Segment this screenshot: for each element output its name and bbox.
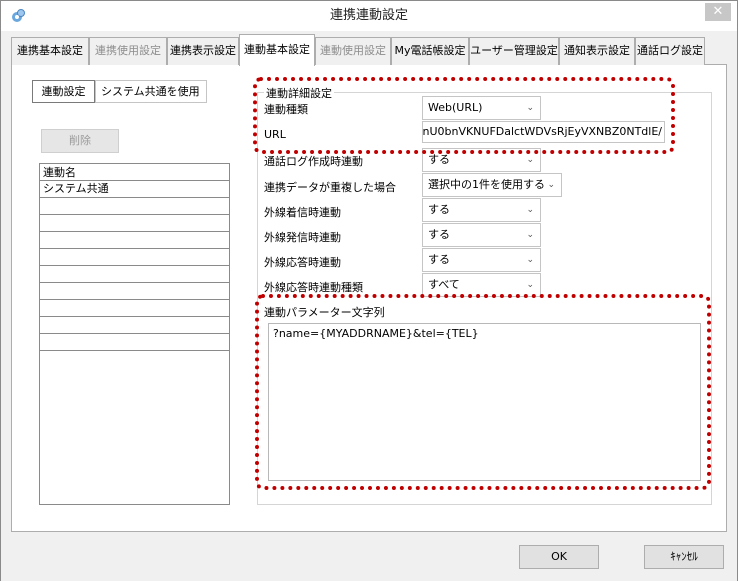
chevron-down-icon: ⌄ [526, 103, 534, 113]
tab-link-usage[interactable]: 連携使用設定 [89, 37, 167, 65]
call-log-interlock-value: する [428, 153, 450, 166]
list-item-empty[interactable] [40, 198, 229, 215]
list-header: 連動名 [40, 164, 229, 181]
incoming-interlock-select[interactable]: する ⌄ [422, 198, 541, 222]
chevron-down-icon: ⌄ [526, 255, 534, 265]
outgoing-interlock-select[interactable]: する ⌄ [422, 223, 541, 247]
ok-button[interactable]: OK [519, 545, 599, 569]
interlock-setting-select-value: システム共通を使用 [101, 85, 200, 98]
url-label: URL [264, 128, 286, 141]
tab-call-log[interactable]: 通話ログ設定 [635, 37, 705, 65]
url-value: cnU0bnVKNUFDalctWDVsRjEyVXNBZ0NTdlE/ [422, 125, 662, 138]
chevron-down-icon: ⌄ [526, 230, 534, 240]
chevron-down-icon: ⌄ [526, 155, 534, 165]
incoming-interlock-value: する [428, 203, 450, 216]
interlock-setting-button[interactable]: 連動設定 [32, 80, 95, 103]
param-string-textarea[interactable]: ?name={MYADDRNAME}&tel={TEL} [268, 323, 701, 481]
footer-bar [1, 532, 737, 581]
detail-group-title: 連動詳細設定 [264, 85, 334, 101]
delete-button[interactable]: 削除 [41, 129, 119, 153]
answer-interlock-type-select[interactable]: すべて ⌄ [422, 273, 541, 297]
answer-interlock-type-value: すべて [428, 278, 460, 291]
duplicate-data-select[interactable]: 選択中の1件を使用する ⌄ [422, 173, 562, 197]
interlock-type-value: Web(URL) [428, 101, 483, 114]
duplicate-data-value: 選択中の1件を使用する [428, 178, 545, 191]
title-bar: 連携連動設定 ✕ [1, 1, 737, 31]
tab-interlock-usage[interactable]: 連動使用設定 [315, 37, 391, 65]
tab-user-management[interactable]: ユーザー管理設定 [469, 37, 559, 65]
tab-my-phonebook[interactable]: My電話帳設定 [391, 37, 469, 65]
tab-link-basic[interactable]: 連携基本設定 [11, 37, 89, 65]
url-input[interactable]: cnU0bnVKNUFDalctWDVsRjEyVXNBZ0NTdlE/ [422, 121, 665, 143]
interlock-type-label: 連動種類 [264, 103, 308, 116]
list-item-empty[interactable] [40, 317, 229, 334]
tab-notification-display[interactable]: 通知表示設定 [559, 37, 635, 65]
answer-interlock-type-label: 外線応答時連動種類 [264, 281, 363, 294]
interlock-list[interactable]: 連動名 システム共通 [39, 163, 230, 505]
cancel-button[interactable]: ｷｬﾝｾﾙ [644, 545, 724, 569]
answer-interlock-value: する [428, 253, 450, 266]
tab-interlock-basic[interactable]: 連動基本設定 [239, 34, 315, 66]
list-item-empty[interactable] [40, 215, 229, 232]
outgoing-interlock-label: 外線発信時連動 [264, 231, 341, 244]
incoming-interlock-label: 外線着信時連動 [264, 206, 341, 219]
call-log-interlock-select[interactable]: する ⌄ [422, 148, 541, 172]
chevron-down-icon: ⌄ [547, 180, 555, 190]
call-log-interlock-label: 通話ログ作成時連動 [264, 155, 363, 168]
chevron-down-icon: ⌄ [526, 205, 534, 215]
list-item-empty[interactable] [40, 283, 229, 300]
chevron-down-icon: ⌄ [526, 280, 534, 290]
close-button[interactable]: ✕ [705, 3, 731, 21]
param-string-label: 連動パラメーター文字列 [264, 306, 385, 319]
list-item-empty[interactable] [40, 232, 229, 249]
duplicate-data-label: 連携データが重複した場合 [264, 181, 396, 194]
interlock-setting-select[interactable]: システム共通を使用 ⌄ [95, 80, 207, 103]
interlock-type-select[interactable]: Web(URL) ⌄ [422, 96, 541, 120]
tab-bar: 連携基本設定 連携使用設定 連携表示設定 連動基本設定 連動使用設定 My電話帳… [11, 34, 727, 66]
tab-link-display[interactable]: 連携表示設定 [167, 37, 239, 65]
list-item-empty[interactable] [40, 249, 229, 266]
list-item-empty[interactable] [40, 300, 229, 317]
app-icon [12, 9, 25, 22]
answer-interlock-label: 外線応答時連動 [264, 256, 341, 269]
chevron-down-icon: ⌄ [192, 86, 200, 96]
list-item-empty[interactable] [40, 334, 229, 351]
settings-window: 連携連動設定 ✕ 連携基本設定 連携使用設定 連携表示設定 連動基本設定 連動使… [0, 0, 738, 581]
outgoing-interlock-value: する [428, 228, 450, 241]
window-title: 連携連動設定 [329, 8, 408, 23]
answer-interlock-select[interactable]: する ⌄ [422, 248, 541, 272]
list-item-empty[interactable] [40, 266, 229, 283]
list-item[interactable]: システム共通 [40, 181, 229, 198]
